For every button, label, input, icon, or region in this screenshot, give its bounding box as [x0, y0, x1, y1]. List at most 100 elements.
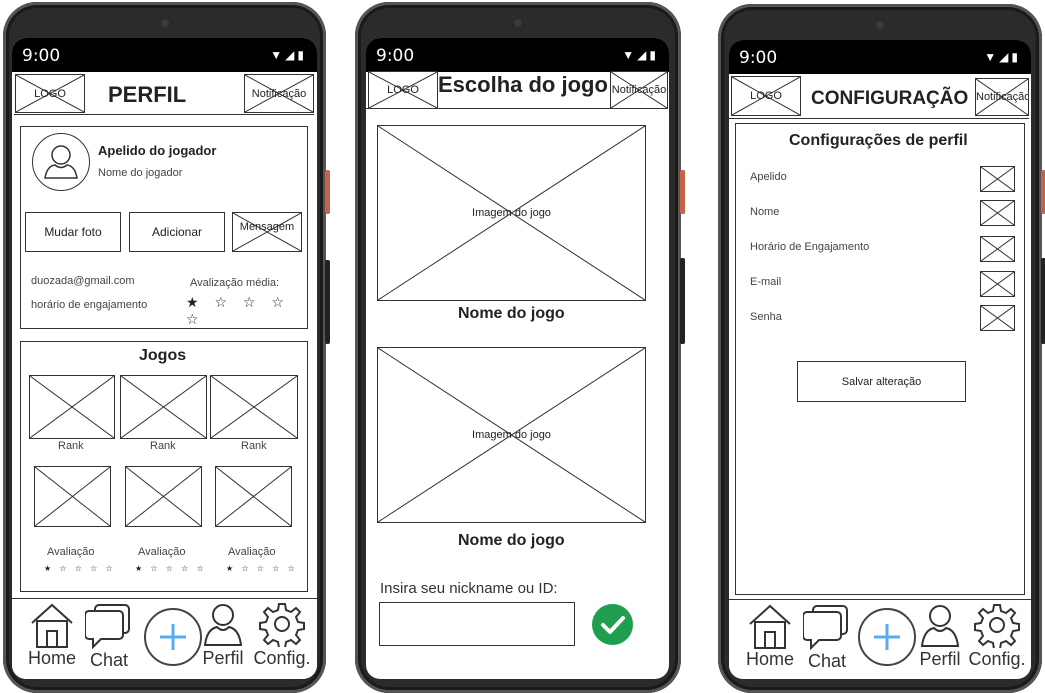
nav-chat-label: Chat: [89, 650, 129, 670]
bottom-nav: Home Chat Perfil Config.: [729, 599, 1031, 679]
nav-config[interactable]: Config.: [252, 601, 312, 669]
settings-card: [735, 123, 1025, 595]
nav-config-label: Config.: [968, 649, 1026, 669]
notification-label: Notificação: [976, 91, 1028, 103]
game-thumbnail[interactable]: [120, 375, 207, 439]
game-name: Nome do jogo: [458, 532, 565, 549]
change-photo-button[interactable]: Mudar foto: [25, 212, 121, 252]
power-button: [1041, 170, 1045, 214]
player-name: Nome do jogador: [98, 167, 183, 179]
game-image-label: Imagem do jogo: [472, 207, 551, 219]
game-thumbnail[interactable]: [34, 466, 111, 527]
edit-field-button[interactable]: [980, 200, 1015, 226]
camera-icon: [511, 16, 525, 30]
logo[interactable]: LOGO: [731, 76, 801, 116]
game-thumbnail[interactable]: [210, 375, 298, 439]
nav-home[interactable]: Home: [22, 601, 82, 669]
edit-field-button[interactable]: [980, 236, 1015, 262]
rank-label: Rank: [58, 440, 84, 452]
phone-settings: 9:00 ▼◢▮ LOGO CONFIGURAÇÃO Notificação C…: [718, 4, 1045, 693]
edit-field-button[interactable]: [980, 271, 1015, 297]
add-button-round[interactable]: [858, 608, 916, 666]
field-label: Nome: [750, 206, 780, 218]
notification-label: Notificação: [611, 84, 667, 96]
logo-label: LOGO: [750, 90, 782, 102]
logo-label: LOGO: [34, 87, 66, 100]
chat-icon: [84, 604, 130, 650]
chat-icon: [802, 605, 848, 651]
signal-battery-icon: ▼◢▮: [984, 50, 1021, 64]
nav-chat[interactable]: Chat: [84, 603, 134, 671]
game-thumbnail[interactable]: [29, 375, 115, 439]
nav-profile[interactable]: Perfil: [200, 601, 246, 669]
nav-chat[interactable]: Chat: [802, 604, 852, 672]
edit-field-button[interactable]: [980, 166, 1015, 192]
phone-game-choice: 9:00 ▼◢▮ LOGO Escolha do jogo Notificaçã…: [355, 2, 685, 693]
notification-button[interactable]: Notificação: [244, 74, 314, 113]
notification-button[interactable]: Notificação: [610, 71, 668, 109]
save-button[interactable]: Salvar alteração: [797, 361, 966, 402]
phone-profile: 9:00 ▼◢▮ LOGO PERFIL Notificação Apelido…: [3, 2, 330, 693]
person-icon: [920, 605, 960, 647]
notification-label: Notificação: [251, 87, 307, 100]
player-nickname: Apelido do jogador: [98, 143, 217, 158]
nickname-input[interactable]: [379, 602, 575, 646]
volume-button: [1041, 258, 1045, 344]
volume-button: [680, 258, 685, 344]
screen: 9:00 ▼◢▮ LOGO PERFIL Notificação Apelido…: [12, 38, 317, 679]
game-name: Nome do jogo: [458, 305, 565, 322]
notification-button[interactable]: Notificação: [975, 78, 1029, 116]
status-time: 9:00: [22, 46, 61, 66]
status-time: 9:00: [376, 46, 415, 66]
message-button[interactable]: Mensagem: [232, 212, 302, 252]
signal-battery-icon: ▼◢▮: [622, 48, 659, 62]
rank-label: Rank: [150, 440, 176, 452]
rank-label: Rank: [241, 440, 267, 452]
status-bar: 9:00 ▼◢▮: [729, 40, 1031, 74]
nav-config-label: Config.: [253, 648, 311, 668]
evaluation-label: Avaliação: [228, 546, 276, 558]
status-bar: 9:00 ▼◢▮: [366, 38, 669, 72]
add-button[interactable]: Adicionar: [129, 212, 225, 252]
evaluation-label: Avaliação: [138, 546, 186, 558]
engagement-time: horário de engajamento: [31, 299, 148, 311]
logo[interactable]: LOGO: [368, 71, 438, 109]
game-thumbnail[interactable]: [125, 466, 202, 527]
screen: 9:00 ▼◢▮ LOGO CONFIGURAÇÃO Notificação C…: [729, 40, 1031, 679]
home-icon: [31, 603, 73, 648]
game-image[interactable]: Imagem do jogo: [377, 125, 646, 301]
nickname-prompt: Insira seu nickname ou ID:: [380, 580, 558, 597]
game-thumbnail[interactable]: [215, 466, 292, 527]
avatar[interactable]: [32, 133, 90, 191]
status-bar: 9:00 ▼◢▮: [12, 38, 317, 72]
evaluation-stars: ★ ☆ ☆ ☆ ☆: [135, 564, 207, 573]
nav-config[interactable]: Config.: [967, 602, 1027, 670]
nav-home-label: Home: [27, 648, 76, 668]
nav-chat-label: Chat: [807, 651, 847, 671]
screen: 9:00 ▼◢▮ LOGO Escolha do jogo Notificaçã…: [366, 38, 669, 679]
check-icon: [601, 616, 625, 634]
signal-battery-icon: ▼◢▮: [270, 48, 307, 62]
camera-icon: [873, 18, 887, 32]
logo[interactable]: LOGO: [15, 74, 85, 113]
camera-icon: [157, 16, 172, 30]
confirm-button[interactable]: [592, 604, 633, 645]
power-button: [325, 170, 330, 214]
game-image[interactable]: Imagem do jogo: [377, 347, 646, 523]
home-icon: [749, 604, 791, 649]
logo-label: LOGO: [387, 84, 419, 96]
edit-field-button[interactable]: [980, 305, 1015, 331]
nav-profile[interactable]: Perfil: [917, 602, 963, 670]
game-image-label: Imagem do jogo: [472, 429, 551, 441]
add-button-round[interactable]: [144, 608, 202, 666]
power-button: [680, 170, 685, 214]
gear-icon: [259, 603, 305, 649]
nav-profile-label: Perfil: [202, 648, 244, 668]
evaluation-stars: ★ ☆ ☆ ☆ ☆: [226, 564, 298, 573]
page-title: Escolha do jogo: [438, 72, 608, 97]
section-title: Configurações de perfil: [789, 132, 968, 149]
field-label: Horário de Engajamento: [750, 241, 870, 253]
evaluation-stars: ★ ☆ ☆ ☆ ☆: [44, 564, 116, 573]
nav-home[interactable]: Home: [742, 602, 798, 670]
person-icon: [203, 604, 243, 646]
